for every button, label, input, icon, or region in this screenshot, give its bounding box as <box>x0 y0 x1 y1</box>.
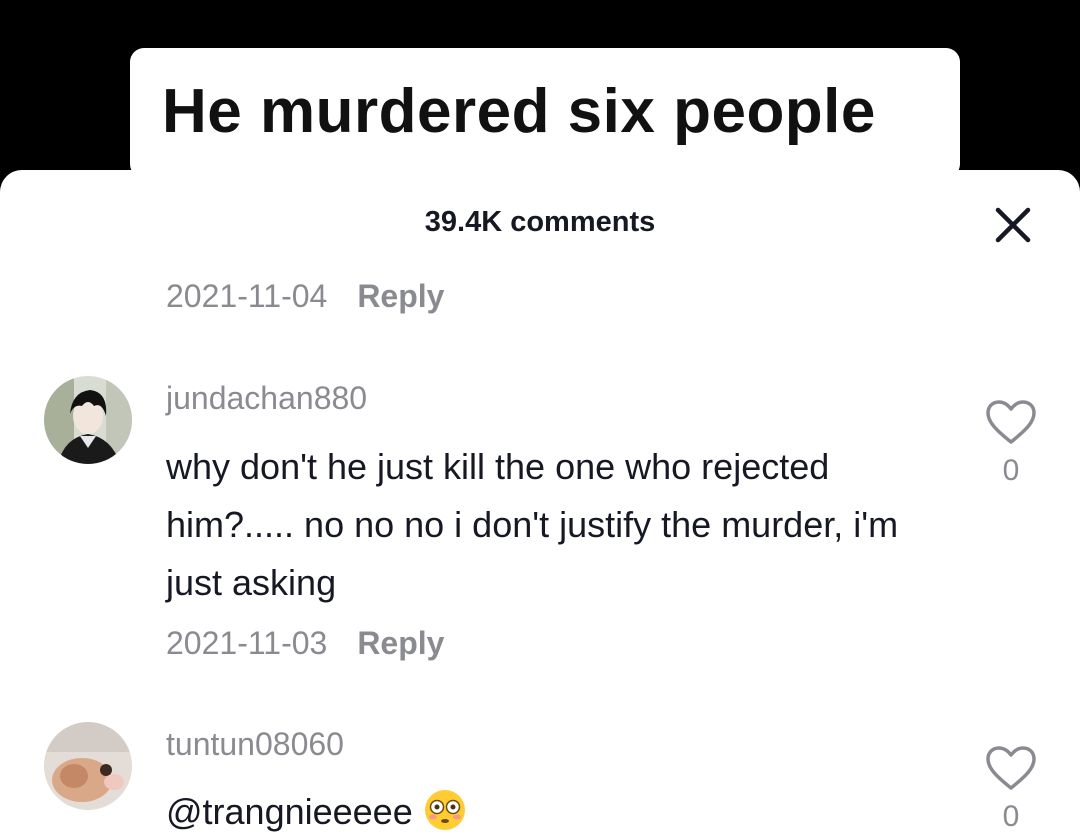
comment-username[interactable]: jundachan880 <box>166 380 367 417</box>
like-count: 0 <box>1002 800 1020 833</box>
comment-username[interactable]: tuntun08060 <box>166 726 344 763</box>
anime-character-avatar-icon <box>44 376 132 464</box>
comment-text: @trangnieeeee <box>166 783 946 839</box>
avatar[interactable] <box>44 376 132 464</box>
close-icon[interactable] <box>992 204 1034 246</box>
previous-comment-meta: 2021-11-04 Reply <box>166 278 444 315</box>
mention-link[interactable]: @trangnieeeee <box>166 791 413 832</box>
reply-button[interactable]: Reply <box>357 278 444 314</box>
hamster-photo-avatar-icon <box>44 722 132 810</box>
comments-count-title: 39.4K comments <box>424 206 656 238</box>
comment-text: why don't he just kill the one who rejec… <box>166 446 899 603</box>
comment-date: 2021-11-04 <box>166 278 328 314</box>
comment-date: 2021-11-03 <box>166 625 328 661</box>
video-caption: He murdered six people <box>162 77 876 146</box>
video-caption-box: He murdered six people <box>130 48 960 178</box>
comment-meta: 2021-11-03 Reply <box>166 625 444 662</box>
flushed-face-emoji-icon <box>424 790 465 830</box>
avatar[interactable] <box>44 722 132 810</box>
comments-sheet: 39.4K comments 2021-11-04 Reply jundachan… <box>0 170 1080 839</box>
like-count: 0 <box>1002 454 1020 487</box>
reply-button[interactable]: Reply <box>357 625 444 661</box>
heart-icon[interactable] <box>984 744 1038 794</box>
heart-icon[interactable] <box>984 398 1038 448</box>
